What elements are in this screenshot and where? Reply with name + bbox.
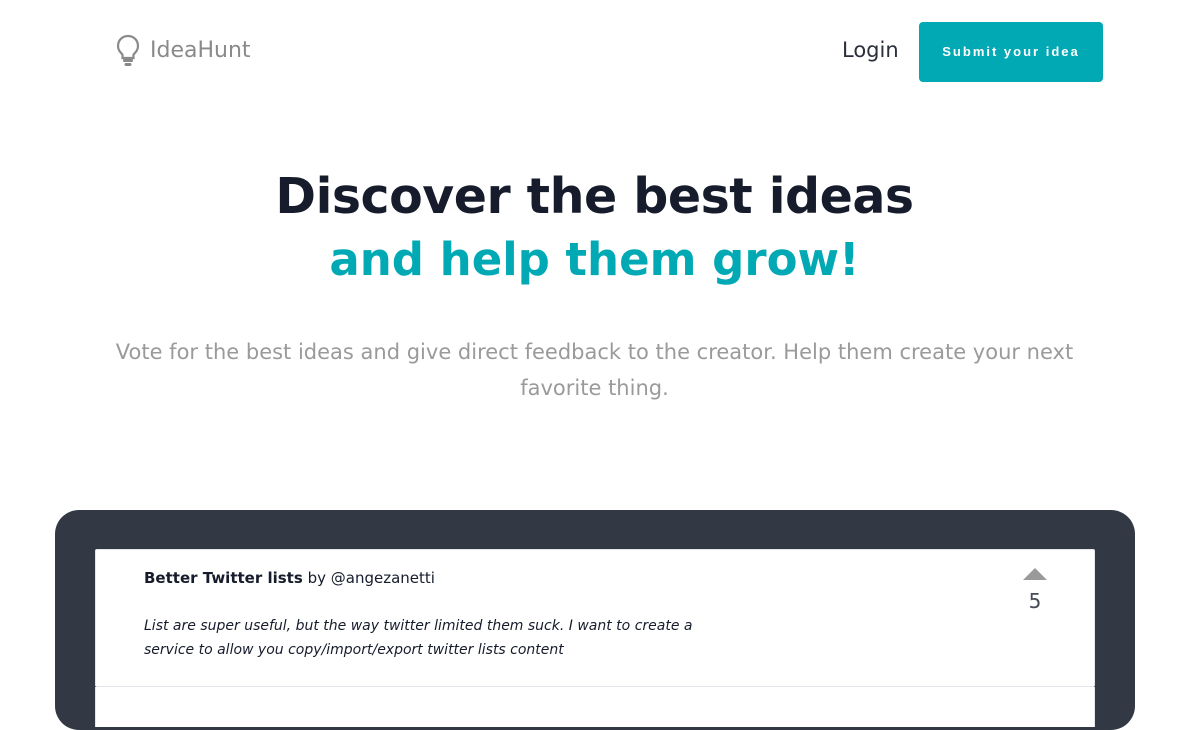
site-header: IdeaHunt Login Submit your idea <box>0 0 1189 100</box>
lightbulb-icon <box>116 34 140 66</box>
idea-by-label: by <box>307 569 326 587</box>
idea-description: List are super useful, but the way twitt… <box>144 618 693 658</box>
vote-count: 5 <box>1028 589 1042 613</box>
brand-logo-link[interactable]: IdeaHunt <box>116 34 251 68</box>
caret-up-icon[interactable] <box>1023 568 1047 580</box>
login-link[interactable]: Login <box>842 36 899 64</box>
idea-card-next <box>95 687 1095 727</box>
idea-header: Better Twitter lists by @angezanetti <box>144 567 435 589</box>
submit-idea-button[interactable]: Submit your idea <box>919 22 1103 82</box>
idea-card[interactable]: Better Twitter lists by @angezanetti Lis… <box>95 549 1095 687</box>
vote-widget: 5 <box>1016 568 1054 614</box>
idea-title[interactable]: Better Twitter lists <box>144 569 303 587</box>
hero-title: Discover the best ideas <box>275 168 914 225</box>
brand-name: IdeaHunt <box>150 38 251 63</box>
hero-subtitle: and help them grow! <box>329 233 860 286</box>
idea-author[interactable]: @angezanetti <box>331 569 435 587</box>
hero-description: Vote for the best ideas and give direct … <box>115 340 1074 400</box>
